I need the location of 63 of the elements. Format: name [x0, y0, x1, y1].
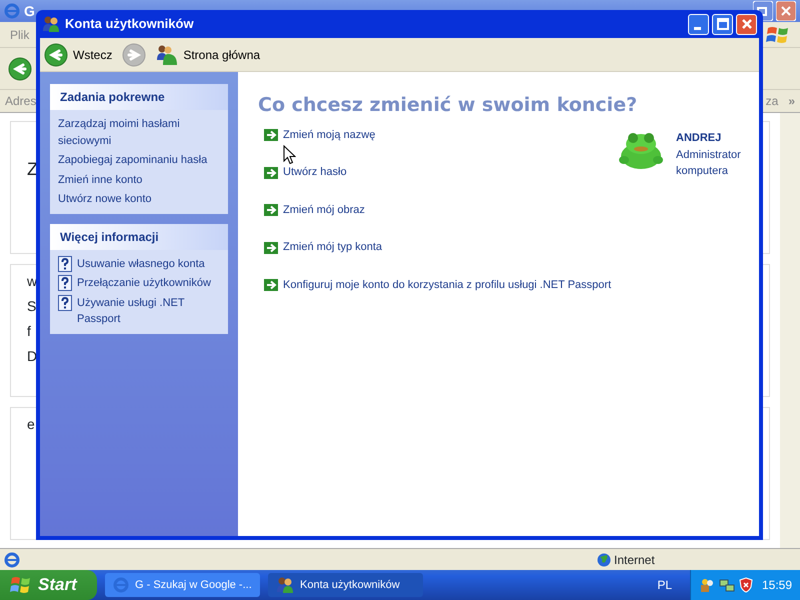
close-icon — [740, 18, 752, 30]
browser-icon — [4, 3, 20, 19]
page-heading: Co chcesz zmienić w swoim koncie? — [258, 94, 638, 117]
arrow-icon — [264, 129, 278, 142]
forward-icon — [122, 42, 146, 66]
account-name: ANDREJ — [676, 131, 722, 146]
account-role: Administrator komputera — [676, 148, 742, 179]
action-link[interactable]: Zmień mój typ konta — [264, 239, 382, 256]
users-icon — [156, 44, 178, 66]
users-icon — [42, 15, 60, 33]
help-link[interactable]: Używanie usługi .NET Passport — [58, 294, 220, 328]
task-link[interactable]: Utwórz nowe konto — [58, 191, 220, 208]
panel-title: Więcej informacji — [50, 224, 228, 250]
shield-icon[interactable] — [739, 577, 753, 593]
task-link[interactable]: Zapobiegaj zapominaniu hasła — [58, 152, 220, 168]
task-link[interactable]: Zmień inne konto — [58, 172, 220, 188]
page-text: f — [27, 322, 31, 341]
help-icon — [58, 256, 72, 272]
scrollbar[interactable] — [780, 113, 800, 548]
clock: 15:59 — [762, 577, 792, 594]
help-link[interactable]: Przełączanie użytkowników — [58, 275, 220, 292]
page-text: S — [27, 297, 36, 316]
window-title: Konta użytkowników — [65, 15, 194, 34]
action-link[interactable]: Zmień moją nazwę — [264, 126, 376, 144]
people-icon[interactable] — [699, 577, 715, 593]
browser-icon — [113, 577, 129, 593]
action-link[interactable]: Utwórz hasło — [264, 164, 347, 181]
status-text: Internet — [614, 552, 655, 568]
panel-title: Zadania pokrewne — [50, 84, 228, 110]
help-link[interactable]: Usuwanie własnego konta — [58, 256, 220, 272]
minimize-icon — [694, 26, 700, 30]
taskbar-button[interactable]: G - Szukaj w Google -... — [105, 573, 260, 597]
arrow-icon — [264, 279, 278, 292]
links-label: za — [766, 93, 778, 110]
action-link[interactable]: Zmień mój obraz — [264, 202, 365, 218]
arrow-icon — [264, 166, 278, 179]
maximize-button[interactable] — [712, 14, 733, 34]
address-label: Adres — [5, 93, 36, 110]
users-icon — [276, 576, 294, 594]
globe-icon — [597, 552, 611, 566]
language-indicator[interactable]: PL — [657, 576, 672, 594]
help-icon — [58, 294, 72, 310]
minimize-button[interactable] — [688, 14, 709, 34]
back-icon — [8, 56, 32, 80]
cursor-icon — [283, 145, 296, 165]
page-icon — [4, 552, 20, 568]
arrow-icon — [264, 204, 278, 216]
page-text: D — [27, 347, 38, 366]
home-button[interactable]: Strona główna — [156, 44, 260, 66]
help-icon — [58, 275, 72, 291]
arrow-icon — [264, 242, 278, 254]
task-link[interactable]: Zarządzaj moimi hasłami sieciowymi — [58, 116, 220, 149]
back-button[interactable]: Wstecz — [44, 42, 112, 66]
action-link[interactable]: Konfiguruj moje konto do korzystania z profilu usługi .NET Passport — [264, 276, 612, 294]
windows-logo-icon — [10, 575, 32, 595]
page-text: e — [27, 415, 35, 434]
window-title: G — [24, 2, 35, 20]
back-icon — [44, 42, 68, 66]
close-button[interactable] — [736, 14, 757, 34]
maximize-icon — [716, 18, 728, 30]
taskbar-button[interactable]: Konta użytkowników — [268, 573, 423, 597]
network-icon[interactable] — [719, 577, 735, 593]
start-button[interactable]: Start — [0, 570, 97, 600]
